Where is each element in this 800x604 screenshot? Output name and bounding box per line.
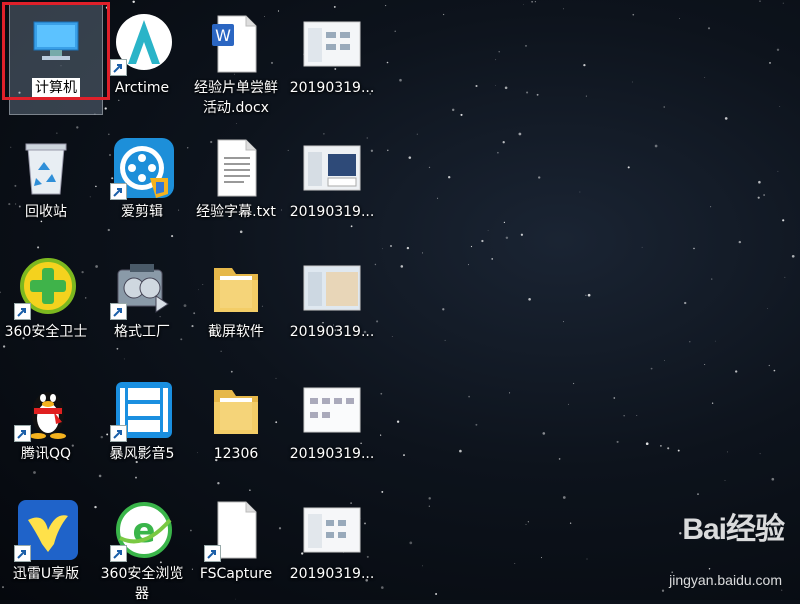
desktop-icon-xunlei[interactable]: 迅雷U享版	[0, 490, 92, 600]
desktop-icon-image-5[interactable]: 20190319...	[286, 490, 378, 600]
icon-label: 爱剪辑	[121, 204, 163, 220]
text-file-icon	[204, 136, 268, 200]
desktop-icon-format-factory[interactable]: 格式工厂	[96, 248, 188, 358]
shortcut-arrow-icon	[110, 59, 127, 76]
image-thumbnail-icon	[300, 136, 364, 200]
desktop-icon-image-1[interactable]: 20190319...	[286, 4, 378, 114]
icon-label: 20190319...	[289, 80, 375, 96]
watermark-logo: Bai经验	[682, 513, 785, 546]
blank-file-icon	[204, 498, 268, 562]
format-factory-icon	[110, 256, 174, 320]
desktop-icon-360-browser[interactable]: e 360安全浏览器	[96, 490, 188, 602]
360-safe-icon	[14, 256, 78, 320]
icon-label: 20190319...	[289, 324, 375, 340]
baidu-jingyan-watermark: Bai经验 jingyan.baidu.com	[606, 504, 786, 594]
folder-icon	[204, 378, 268, 442]
icon-label: 回收站	[25, 204, 67, 220]
desktop-icon-arctime[interactable]: Arctime	[96, 4, 188, 114]
desktop-icon-computer[interactable]: 计算机	[9, 3, 103, 115]
icon-label: 迅雷U享版	[12, 566, 80, 582]
baofeng-player-icon	[110, 378, 174, 442]
aijianji-film-icon	[110, 136, 174, 200]
shortcut-arrow-icon	[110, 545, 127, 562]
folder-icon	[204, 256, 268, 320]
icon-label: FSCapture	[199, 566, 273, 582]
icon-label: 360安全卫士	[4, 324, 88, 340]
desktop[interactable]: 计算机 回收站 360安全卫士 腾讯QQ 迅雷U享版 Arctime 爱剪辑 格…	[0, 0, 800, 602]
svg-text:W: W	[215, 26, 231, 45]
shortcut-arrow-icon	[14, 303, 31, 320]
icon-label: 计算机	[32, 78, 80, 98]
desktop-icon-360-safe[interactable]: 360安全卫士	[0, 248, 92, 358]
desktop-icon-fscapture[interactable]: FSCapture	[190, 490, 282, 600]
desktop-icon-aijianji[interactable]: 爱剪辑	[96, 128, 188, 238]
icon-label: 截屏软件	[208, 324, 264, 340]
desktop-icon-txt-file[interactable]: 经验字幕.txt	[190, 128, 282, 238]
icon-label: 12306	[213, 446, 259, 462]
icon-label: 经验片单尝鲜活动.docx	[194, 80, 278, 116]
image-thumbnail-icon	[300, 12, 364, 76]
desktop-icon-image-2[interactable]: 20190319...	[286, 128, 378, 238]
image-thumbnail-icon	[300, 498, 364, 562]
360-browser-icon: e	[110, 498, 174, 562]
shortcut-arrow-icon	[204, 545, 221, 562]
image-thumbnail-icon	[300, 256, 364, 320]
arctime-icon	[110, 12, 174, 76]
computer-icon	[24, 12, 88, 76]
qq-penguin-icon	[14, 378, 78, 442]
icon-label: 20190319...	[289, 566, 375, 582]
desktop-icon-folder-screenshot[interactable]: 截屏软件	[190, 248, 282, 358]
desktop-icon-recycle-bin[interactable]: 回收站	[0, 128, 92, 238]
desktop-icon-image-3[interactable]: 20190319...	[286, 248, 378, 358]
desktop-icon-qq[interactable]: 腾讯QQ	[0, 370, 92, 480]
desktop-icon-docx-file[interactable]: W 经验片单尝鲜活动.docx	[190, 4, 282, 116]
shortcut-arrow-icon	[110, 183, 127, 200]
xunlei-bird-icon	[14, 498, 78, 562]
desktop-icon-baofeng[interactable]: 暴风影音5	[96, 370, 188, 480]
shortcut-arrow-icon	[14, 545, 31, 562]
shortcut-arrow-icon	[110, 303, 127, 320]
shortcut-arrow-icon	[14, 425, 31, 442]
desktop-icon-image-4[interactable]: 20190319...	[286, 370, 378, 480]
recycle-bin-icon	[14, 136, 78, 200]
icon-label: 360安全浏览器	[100, 566, 184, 602]
icon-label: 20190319...	[289, 204, 375, 220]
icon-label: 经验字幕.txt	[196, 204, 276, 220]
icon-label: 20190319...	[289, 446, 375, 462]
svg-text:e: e	[132, 511, 155, 551]
icon-label: 腾讯QQ	[20, 446, 72, 462]
desktop-icon-folder-12306[interactable]: 12306	[190, 370, 282, 480]
icon-label: 暴风影音5	[109, 446, 175, 462]
shortcut-arrow-icon	[110, 425, 127, 442]
icon-label: 格式工厂	[114, 324, 170, 340]
icon-label: Arctime	[114, 80, 170, 96]
word-document-icon: W	[204, 12, 268, 76]
image-thumbnail-icon	[300, 378, 364, 442]
watermark-url: jingyan.baidu.com	[669, 572, 782, 588]
